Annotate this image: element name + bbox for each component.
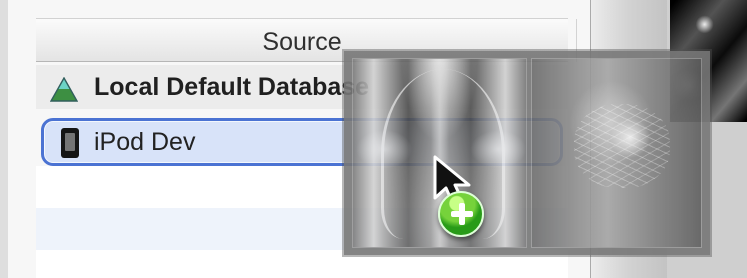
ipod-icon <box>61 128 79 158</box>
source-item-label: iPod Dev <box>94 128 196 156</box>
database-icon <box>50 77 78 102</box>
drag-preview[interactable] <box>344 51 710 255</box>
source-group-label: Local Default Database <box>94 73 370 101</box>
lung-scan-thumbnail <box>531 58 702 248</box>
plus-icon <box>438 191 484 237</box>
app-window: Source Local Default Database iPod Dev <box>0 0 747 278</box>
